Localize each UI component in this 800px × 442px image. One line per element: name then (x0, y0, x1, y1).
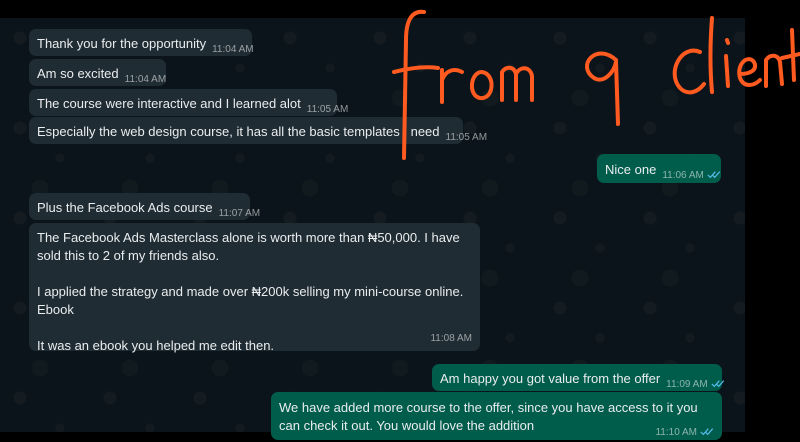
message-bubble-outgoing[interactable]: Am happy you got value from the offer 11:… (432, 364, 724, 391)
message-bubble-outgoing[interactable]: Nice one 11:06 AM (597, 154, 721, 183)
message-text: Nice one (605, 162, 657, 177)
message-time: 11:04 AM (124, 74, 167, 85)
message-text: Plus the Facebook Ads course (37, 200, 213, 215)
message-text: The Facebook Ads Masterclass alone is wo… (37, 230, 464, 353)
read-ticks-icon (711, 380, 724, 388)
message-time: 11:04 AM (212, 44, 254, 55)
message-bubble-outgoing[interactable]: We have added more course to the offer, … (271, 392, 722, 440)
message-bubble-incoming[interactable]: Thank you for the opportunity 11:04 AM (29, 29, 254, 56)
message-text: Am happy you got value from the offer (440, 371, 661, 386)
message-time: 11:08 AM (430, 333, 472, 344)
message-bubble-incoming[interactable]: The Facebook Ads Masterclass alone is wo… (29, 223, 480, 353)
message-bubble-incoming[interactable]: The course were interactive and I learne… (29, 89, 348, 116)
message-time: 11:05 AM (445, 132, 488, 143)
message-bubble-incoming[interactable]: Am so excited 11:04 AM (29, 59, 166, 86)
message-text: We have added more course to the offer, … (279, 400, 702, 433)
read-ticks-icon (707, 171, 720, 179)
message-text: Especially the web design course, it has… (37, 124, 440, 139)
message-time: 11:06 AM (662, 167, 721, 185)
message-time: 11:10 AM (655, 424, 714, 442)
message-text: Thank you for the opportunity (37, 36, 207, 51)
message-text: Am so excited (37, 66, 119, 81)
message-bubble-incoming[interactable]: Especially the web design course, it has… (29, 117, 487, 144)
message-text: The course were interactive and I learne… (37, 96, 301, 111)
message-bubble-incoming[interactable]: Plus the Facebook Ads course 11:07 AM (29, 193, 260, 220)
message-time: 11:07 AM (218, 208, 261, 219)
